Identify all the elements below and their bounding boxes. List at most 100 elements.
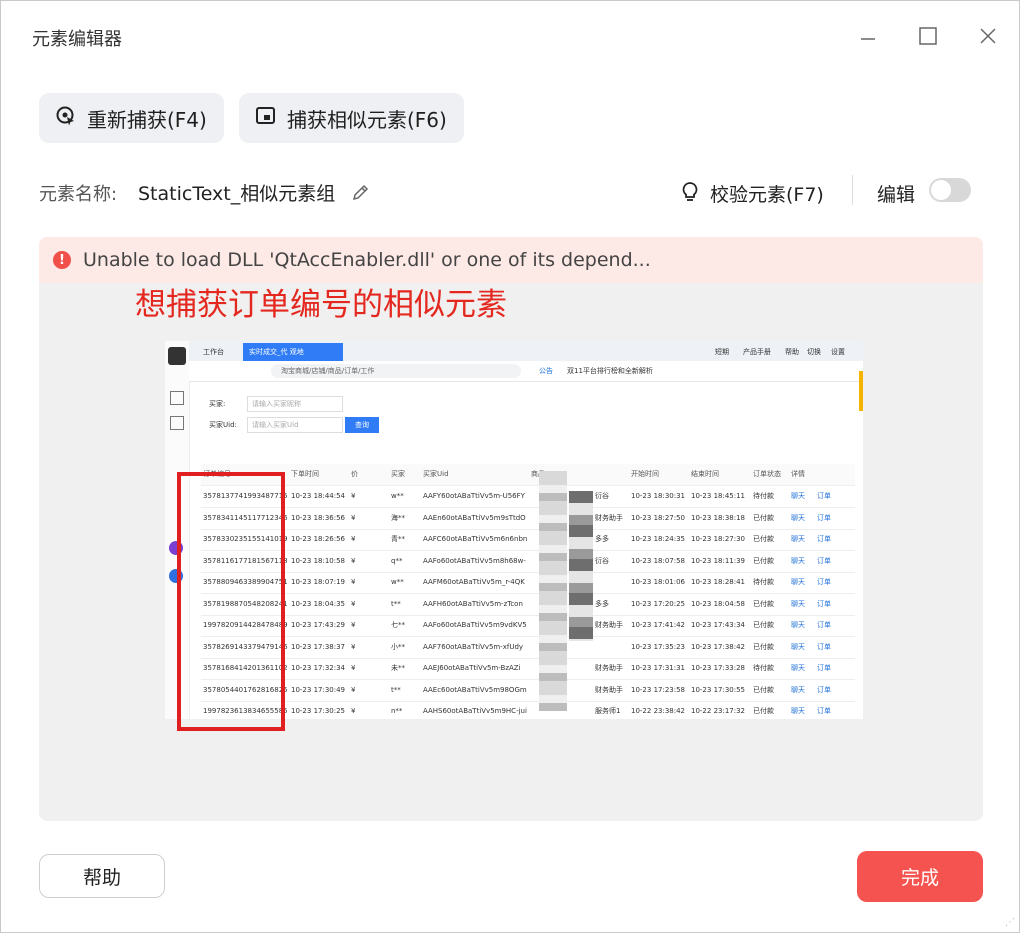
row-action-link[interactable]: 聊天: [791, 701, 809, 719]
row-action-link[interactable]: 订单: [817, 680, 835, 701]
table-row: 1997820914428478489 10-23 17:43:29 ¥ 七** AAF…: [201, 615, 855, 637]
row-action-link[interactable]: 订单: [817, 572, 835, 593]
row-action-link[interactable]: 聊天: [791, 551, 809, 572]
table-header-row: 订单编号 下单时间价买家 买家Uid 商品 开始时间 结束时间 订单状态 详情: [201, 464, 855, 486]
table-cell: 10-23 17:38:37: [291, 642, 345, 651]
filter-uid-input[interactable]: 请输入买家Uid: [247, 417, 343, 433]
url-field[interactable]: 淘宝商城/店铺/商品/订单/工作: [271, 364, 521, 378]
row-action-link[interactable]: 订单: [817, 508, 835, 529]
element-name-value: StaticText_相似元素组: [138, 183, 336, 205]
table-cell: n**: [391, 707, 403, 715]
column-header[interactable]: 详情: [791, 464, 805, 485]
column-header[interactable]: 买家Uid: [423, 464, 449, 485]
column-header[interactable]: 结束时间: [691, 464, 719, 485]
table-cell: 财务助手: [595, 513, 623, 522]
table-cell: ¥: [351, 556, 356, 565]
query-button[interactable]: 查询: [345, 417, 379, 433]
row-action-link[interactable]: 订单: [817, 658, 835, 679]
lightbulb-icon: [680, 181, 700, 207]
top-link[interactable]: 设置: [825, 343, 851, 361]
row-action-link[interactable]: 聊天: [791, 508, 809, 529]
row-action-link[interactable]: 聊天: [791, 486, 809, 507]
edit-toggle[interactable]: [929, 178, 971, 202]
top-link[interactable]: 切换: [801, 343, 827, 361]
table-cell: AAFC60otABaTtiVv5m6n6nbn: [423, 535, 527, 543]
row-action-link[interactable]: 聊天: [791, 637, 809, 658]
table-cell: ¥: [351, 578, 356, 586]
maximize-icon[interactable]: [913, 21, 943, 51]
table-cell: ¥: [351, 535, 356, 543]
table-cell: AAFH60otABaTtiVv5m-zTcon: [423, 599, 523, 608]
scroll-indicator: [859, 371, 863, 411]
recapture-button[interactable]: 重新捕获(F4): [39, 93, 224, 143]
table-cell: ¥: [351, 707, 356, 715]
done-button[interactable]: 完成: [857, 851, 983, 902]
column-header[interactable]: 买家: [391, 464, 405, 485]
edit-name-pencil-icon[interactable]: [351, 182, 371, 206]
resize-grip-icon[interactable]: ⋰: [1005, 917, 1015, 928]
table-row: 3578198870548208241 10-23 18:04:35 ¥ t** AAF…: [201, 594, 855, 616]
minimize-icon[interactable]: [853, 21, 883, 51]
table-cell: 衍谷: [595, 556, 609, 565]
row-action-link[interactable]: 聊天: [791, 572, 809, 593]
window-title: 元素编辑器: [32, 29, 122, 50]
row-action-link[interactable]: 订单: [817, 701, 835, 719]
table-cell: ¥: [351, 664, 356, 672]
mosaic-blur: [569, 491, 593, 641]
help-button[interactable]: 帮助: [39, 854, 165, 898]
table-cell: 未**: [391, 664, 405, 672]
row-action-link[interactable]: 聊天: [791, 658, 809, 679]
column-header[interactable]: 价: [351, 464, 358, 485]
close-icon[interactable]: [973, 21, 1003, 51]
table-cell: AAEc60otABaTtiVv5m98OGmp: [423, 685, 527, 694]
recapture-icon: [55, 105, 87, 132]
table-cell: 10-23 17:30:25: [291, 707, 345, 715]
validate-element-button[interactable]: 校验元素(F7): [710, 180, 824, 207]
column-header[interactable]: 开始时间: [631, 464, 659, 485]
row-action-link[interactable]: 订单: [817, 551, 835, 572]
table-cell: 10-23 18:07:58: [631, 556, 686, 565]
row-action-link[interactable]: 订单: [817, 486, 835, 507]
table-cell: 已付款: [753, 599, 774, 608]
column-header[interactable]: 下单时间: [291, 464, 319, 485]
table-cell: 已付款: [753, 556, 774, 565]
table-cell: 青**: [391, 535, 405, 543]
tab-workbench[interactable]: 工作台: [197, 343, 230, 361]
table-cell: ¥: [351, 621, 356, 629]
table-cell: AAFY60otABaTtiVv5m-U56FY: [423, 492, 525, 500]
capture-similar-button[interactable]: 捕获相似元素(F6): [239, 93, 464, 143]
tab-active[interactable]: 实时成交_代 观地: [243, 343, 343, 361]
table-cell: 10-23 18:04:35: [291, 599, 345, 608]
row-action-link[interactable]: 聊天: [791, 680, 809, 701]
notice-text: 双11平台排行榜和全新解析: [567, 367, 653, 375]
row-action-link[interactable]: 订单: [817, 594, 835, 615]
table-cell: w**: [391, 578, 404, 586]
capture-similar-label: 捕获相似元素(F6): [287, 107, 447, 132]
column-header[interactable]: 订单状态: [753, 464, 781, 485]
top-link[interactable]: 短期: [709, 343, 735, 361]
row-action-link[interactable]: 聊天: [791, 529, 809, 550]
table-row: 3578116177181567118 10-23 18:10:58 ¥ q** AAF…: [201, 551, 855, 573]
table-cell: ¥: [351, 642, 356, 651]
table-row: 3578341145117712346 10-23 18:36:56 ¥ 海** AAE…: [201, 508, 855, 530]
row-action-link[interactable]: 订单: [817, 615, 835, 636]
row-action-link[interactable]: 聊天: [791, 594, 809, 615]
table-row: 3578137741993487715 10-23 18:44:54 ¥ w** AAF…: [201, 486, 855, 508]
filter-buyer-input[interactable]: 请输入买家昵称: [247, 396, 343, 412]
table-cell: AAFo60otABaTtiVv5m9vdKV5: [423, 621, 527, 629]
row-action-link[interactable]: 聊天: [791, 615, 809, 636]
table-cell: t**: [391, 599, 401, 608]
notice-label: 公告: [539, 367, 553, 375]
table-cell: 10-23 18:28:41: [691, 578, 746, 586]
table-cell: 10-23 17:30:49: [291, 685, 345, 694]
table-cell: 财务助手: [595, 685, 623, 694]
top-link[interactable]: 产品手册: [737, 343, 777, 361]
table-cell: ¥: [351, 599, 356, 608]
table-cell: AAF760otABaTtiVv5m-xfUdy: [423, 642, 524, 651]
row-action-link[interactable]: 订单: [817, 637, 835, 658]
element-preview-panel: ! Unable to load DLL 'QtAccEnabler.dll' …: [39, 237, 983, 821]
row-action-link[interactable]: 订单: [817, 529, 835, 550]
table-cell: 待付款: [753, 492, 774, 500]
table-cell: ¥: [351, 685, 356, 694]
element-editor-window: 元素编辑器 重新捕获(F4) 捕获相似元素(F6) 元素名称: StaticTe…: [0, 0, 1020, 933]
